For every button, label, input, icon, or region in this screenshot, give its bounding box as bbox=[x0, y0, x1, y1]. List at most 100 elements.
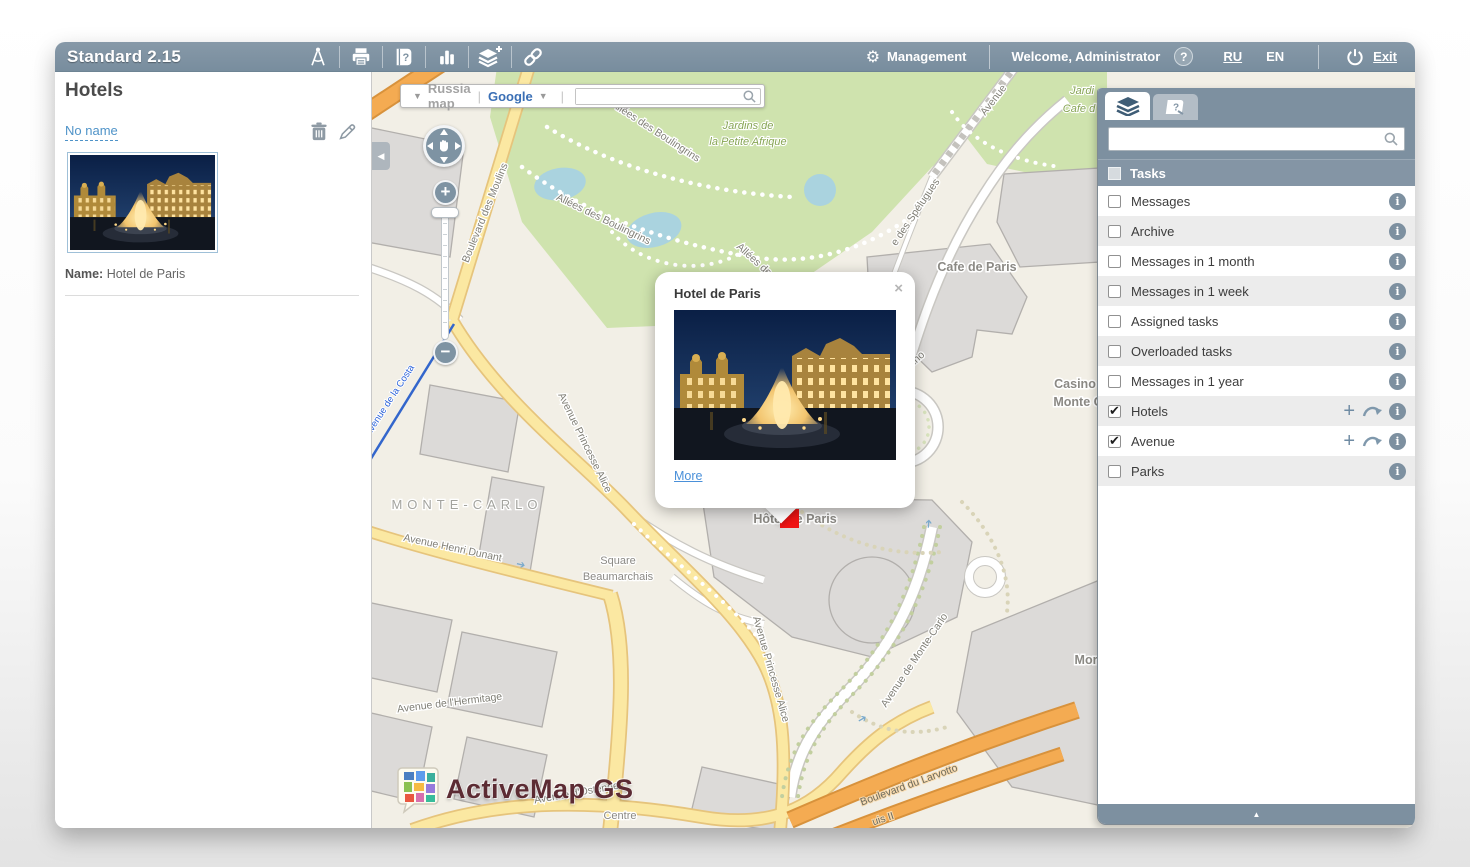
info-icon[interactable]: i bbox=[1389, 433, 1406, 450]
task-row[interactable]: ✔ Avenue+ i bbox=[1098, 426, 1415, 456]
tasks-group-checkbox[interactable] bbox=[1108, 167, 1121, 180]
management-button[interactable]: ⚙ Management bbox=[866, 49, 967, 65]
add-feature-icon[interactable]: + bbox=[1343, 433, 1355, 449]
object-name-row: Name: Hotel de Paris bbox=[65, 267, 361, 281]
measure-tool-icon[interactable] bbox=[301, 45, 335, 69]
delete-icon[interactable] bbox=[310, 122, 328, 142]
collapse-up-icon: ▲ bbox=[1253, 810, 1261, 819]
exit-button[interactable]: Exit bbox=[1345, 47, 1397, 67]
map-search-input[interactable] bbox=[576, 89, 739, 104]
tab-legend[interactable]: ? bbox=[1153, 94, 1198, 120]
app-window: Standard 2.15 ? bbox=[55, 42, 1415, 828]
object-photo-thumbnail[interactable] bbox=[67, 152, 218, 253]
popup-more-link[interactable]: More bbox=[674, 469, 702, 483]
object-link[interactable]: No name bbox=[65, 123, 118, 141]
layer-label: Overloaded tasks bbox=[1131, 344, 1389, 359]
activemap-logo: ActiveMap GS bbox=[396, 764, 634, 814]
zoom-in-button[interactable]: + bbox=[433, 180, 458, 205]
task-row[interactable]: Messages in 1 yeari bbox=[1098, 366, 1415, 396]
statistics-icon[interactable] bbox=[430, 45, 464, 69]
main-toolbar: Standard 2.15 ? bbox=[55, 42, 1415, 72]
info-icon[interactable]: i bbox=[1389, 283, 1406, 300]
name-value: Hotel de Paris bbox=[107, 267, 186, 281]
basemap-dropdown-icon[interactable]: ▼ bbox=[413, 91, 422, 101]
layer-checkbox[interactable]: ✔ bbox=[1108, 435, 1121, 448]
panel-title: Hotels bbox=[65, 80, 361, 102]
layer-checkbox[interactable] bbox=[1108, 315, 1121, 328]
map-label: Square bbox=[600, 555, 635, 567]
layer-label: Avenue bbox=[1131, 434, 1343, 449]
tab-layers[interactable] bbox=[1105, 92, 1150, 120]
feature-popup: Hotel de Paris × bbox=[655, 272, 915, 508]
hotel-night-photo bbox=[674, 310, 896, 460]
map-label: Beaumarchais bbox=[583, 571, 654, 583]
provider-dropdown-icon[interactable]: ▼ bbox=[539, 91, 548, 101]
svg-text:?: ? bbox=[403, 52, 410, 64]
task-row[interactable]: Archivei bbox=[1098, 216, 1415, 246]
object-panel: Hotels No name bbox=[55, 72, 372, 828]
info-icon[interactable]: i bbox=[1389, 253, 1406, 270]
info-icon[interactable]: i bbox=[1389, 313, 1406, 330]
layer-checkbox[interactable] bbox=[1108, 225, 1121, 238]
task-row[interactable]: Parksi bbox=[1098, 456, 1415, 486]
pan-left-icon[interactable] bbox=[427, 142, 433, 150]
task-row[interactable]: Messages in 1 weeki bbox=[1098, 276, 1415, 306]
layer-checkbox[interactable] bbox=[1108, 465, 1121, 478]
lang-en-button[interactable]: EN bbox=[1266, 49, 1284, 64]
task-row[interactable]: Overloaded tasksi bbox=[1098, 336, 1415, 366]
activemap-logo-mark bbox=[396, 764, 442, 814]
welcome-label: Welcome, Administrator bbox=[1012, 49, 1161, 64]
search-icon[interactable] bbox=[1383, 131, 1399, 147]
zoom-out-button[interactable]: − bbox=[433, 340, 458, 365]
help-book-icon[interactable]: ? bbox=[387, 45, 421, 69]
zoom-slider-handle[interactable] bbox=[431, 207, 459, 218]
layer-checkbox[interactable] bbox=[1108, 375, 1121, 388]
info-icon[interactable]: i bbox=[1389, 463, 1406, 480]
layer-checkbox[interactable] bbox=[1108, 195, 1121, 208]
edit-icon[interactable] bbox=[338, 122, 357, 141]
power-icon bbox=[1345, 47, 1365, 67]
pan-up-icon[interactable] bbox=[440, 129, 448, 135]
add-layer-icon[interactable] bbox=[473, 45, 507, 69]
layer-checkbox[interactable] bbox=[1108, 345, 1121, 358]
task-row[interactable]: Messagesi bbox=[1098, 186, 1415, 216]
tasks-group-header[interactable]: Tasks bbox=[1098, 159, 1415, 186]
basemap-label[interactable]: Russia map bbox=[428, 81, 471, 111]
separator: | bbox=[478, 89, 481, 104]
pan-control[interactable] bbox=[423, 125, 465, 167]
info-icon[interactable]: i bbox=[1389, 193, 1406, 210]
hand-icon bbox=[436, 138, 452, 154]
search-icon[interactable] bbox=[742, 89, 757, 104]
name-label: Name: bbox=[65, 267, 103, 281]
provider-label[interactable]: Google bbox=[488, 89, 533, 104]
info-icon[interactable]: i bbox=[1389, 343, 1406, 360]
help-badge[interactable]: ? bbox=[1174, 47, 1193, 66]
layers-search-input[interactable] bbox=[1114, 128, 1383, 150]
add-feature-icon[interactable]: + bbox=[1343, 403, 1355, 419]
pan-down-icon[interactable] bbox=[440, 157, 448, 163]
lang-ru-button[interactable]: RU bbox=[1223, 49, 1242, 64]
popup-close-icon[interactable]: × bbox=[894, 280, 903, 297]
task-row[interactable]: Assigned tasksi bbox=[1098, 306, 1415, 336]
curved-arrow-icon[interactable] bbox=[1362, 434, 1382, 448]
layer-checkbox[interactable] bbox=[1108, 285, 1121, 298]
zoom-slider-track[interactable] bbox=[441, 212, 449, 340]
task-row[interactable]: Messages in 1 monthi bbox=[1098, 246, 1415, 276]
link-icon[interactable] bbox=[516, 45, 550, 69]
layers-panel-header: ? bbox=[1098, 88, 1415, 159]
curved-arrow-icon[interactable] bbox=[1362, 404, 1382, 418]
info-icon[interactable]: i bbox=[1389, 373, 1406, 390]
panel-collapse-footer[interactable]: ▲ bbox=[1098, 804, 1415, 824]
collapse-panel-tab[interactable]: ◀ bbox=[372, 142, 390, 170]
info-icon[interactable]: i bbox=[1389, 403, 1406, 420]
map-canvas[interactable]: Jardins dela Petite AfriqueAllées des Bo… bbox=[372, 72, 1415, 828]
layer-checkbox[interactable]: ✔ bbox=[1108, 405, 1121, 418]
info-icon[interactable]: i bbox=[1389, 223, 1406, 240]
map-label: Cafe de Paris bbox=[937, 260, 1016, 274]
print-icon[interactable] bbox=[344, 45, 378, 69]
pan-right-icon[interactable] bbox=[455, 142, 461, 150]
task-row[interactable]: ✔Hotels+i bbox=[1098, 396, 1415, 426]
layer-checkbox[interactable] bbox=[1108, 255, 1121, 268]
tasks-group-title: Tasks bbox=[1130, 166, 1166, 181]
map-label: ➔ bbox=[923, 519, 936, 529]
